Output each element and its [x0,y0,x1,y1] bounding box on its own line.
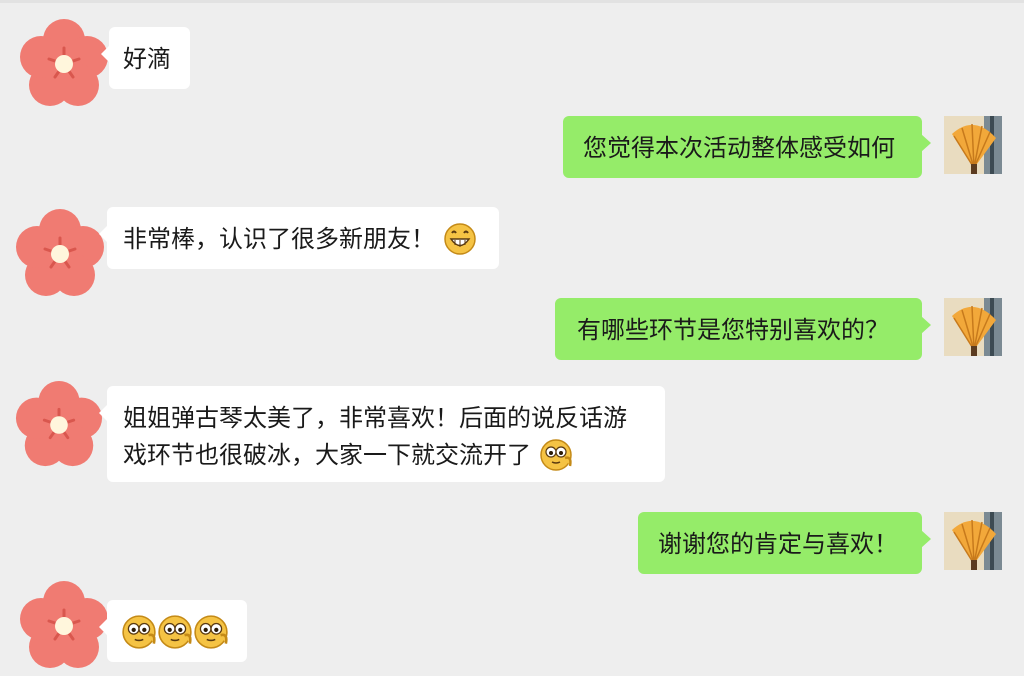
message-text: 您觉得本次活动整体感受如何 [583,134,895,162]
message-bubble-incoming[interactable]: 姐姐弹古琴太美了，非常喜欢！后面的说反话游 戏环节也很破冰，大家一下就交流开了 [99,386,665,482]
wow-emoji-icon [121,614,157,650]
flower-icon [20,581,108,668]
flower-icon [20,19,108,106]
wow-emoji-icon [157,614,193,650]
fan-icon [944,512,1002,570]
wow-emoji-icon [193,614,229,650]
self-avatar[interactable] [944,116,1002,174]
self-avatar[interactable] [944,298,1002,356]
contact-avatar[interactable] [18,18,110,110]
top-divider [0,0,1024,3]
self-avatar[interactable] [944,512,1002,570]
fan-icon [944,116,1002,174]
contact-avatar[interactable] [14,380,104,470]
message-bubble-outgoing[interactable]: 有哪些环节是您特别喜欢的？ [555,298,931,360]
wow-emoji-icon [539,438,573,472]
message-text: 谢谢您的肯定与喜欢！ [658,530,898,558]
message-text: 好滴 [123,45,171,73]
message-text: 有哪些环节是您特别喜欢的？ [577,316,889,344]
message-bubble-outgoing[interactable]: 谢谢您的肯定与喜欢！ [638,512,931,574]
message-bubble-incoming[interactable] [99,600,247,662]
contact-avatar[interactable] [18,580,110,672]
flower-icon [16,209,104,296]
message-text-line: 姐姐弹古琴太美了，非常喜欢！后面的说反话游 [123,404,627,432]
message-text-line: 戏环节也很破冰，大家一下就交流开了 [123,441,531,469]
message-bubble-incoming[interactable]: 非常棒，认识了很多新朋友！ [99,207,499,269]
message-bubble-outgoing[interactable]: 您觉得本次活动整体感受如何 [563,116,931,178]
contact-avatar[interactable] [14,208,106,300]
flower-icon [15,380,103,467]
grin-emoji-icon [443,222,477,256]
fan-icon [944,298,1002,356]
message-text: 非常棒，认识了很多新朋友！ [123,225,435,253]
message-bubble-incoming[interactable]: 好滴 [101,27,190,89]
